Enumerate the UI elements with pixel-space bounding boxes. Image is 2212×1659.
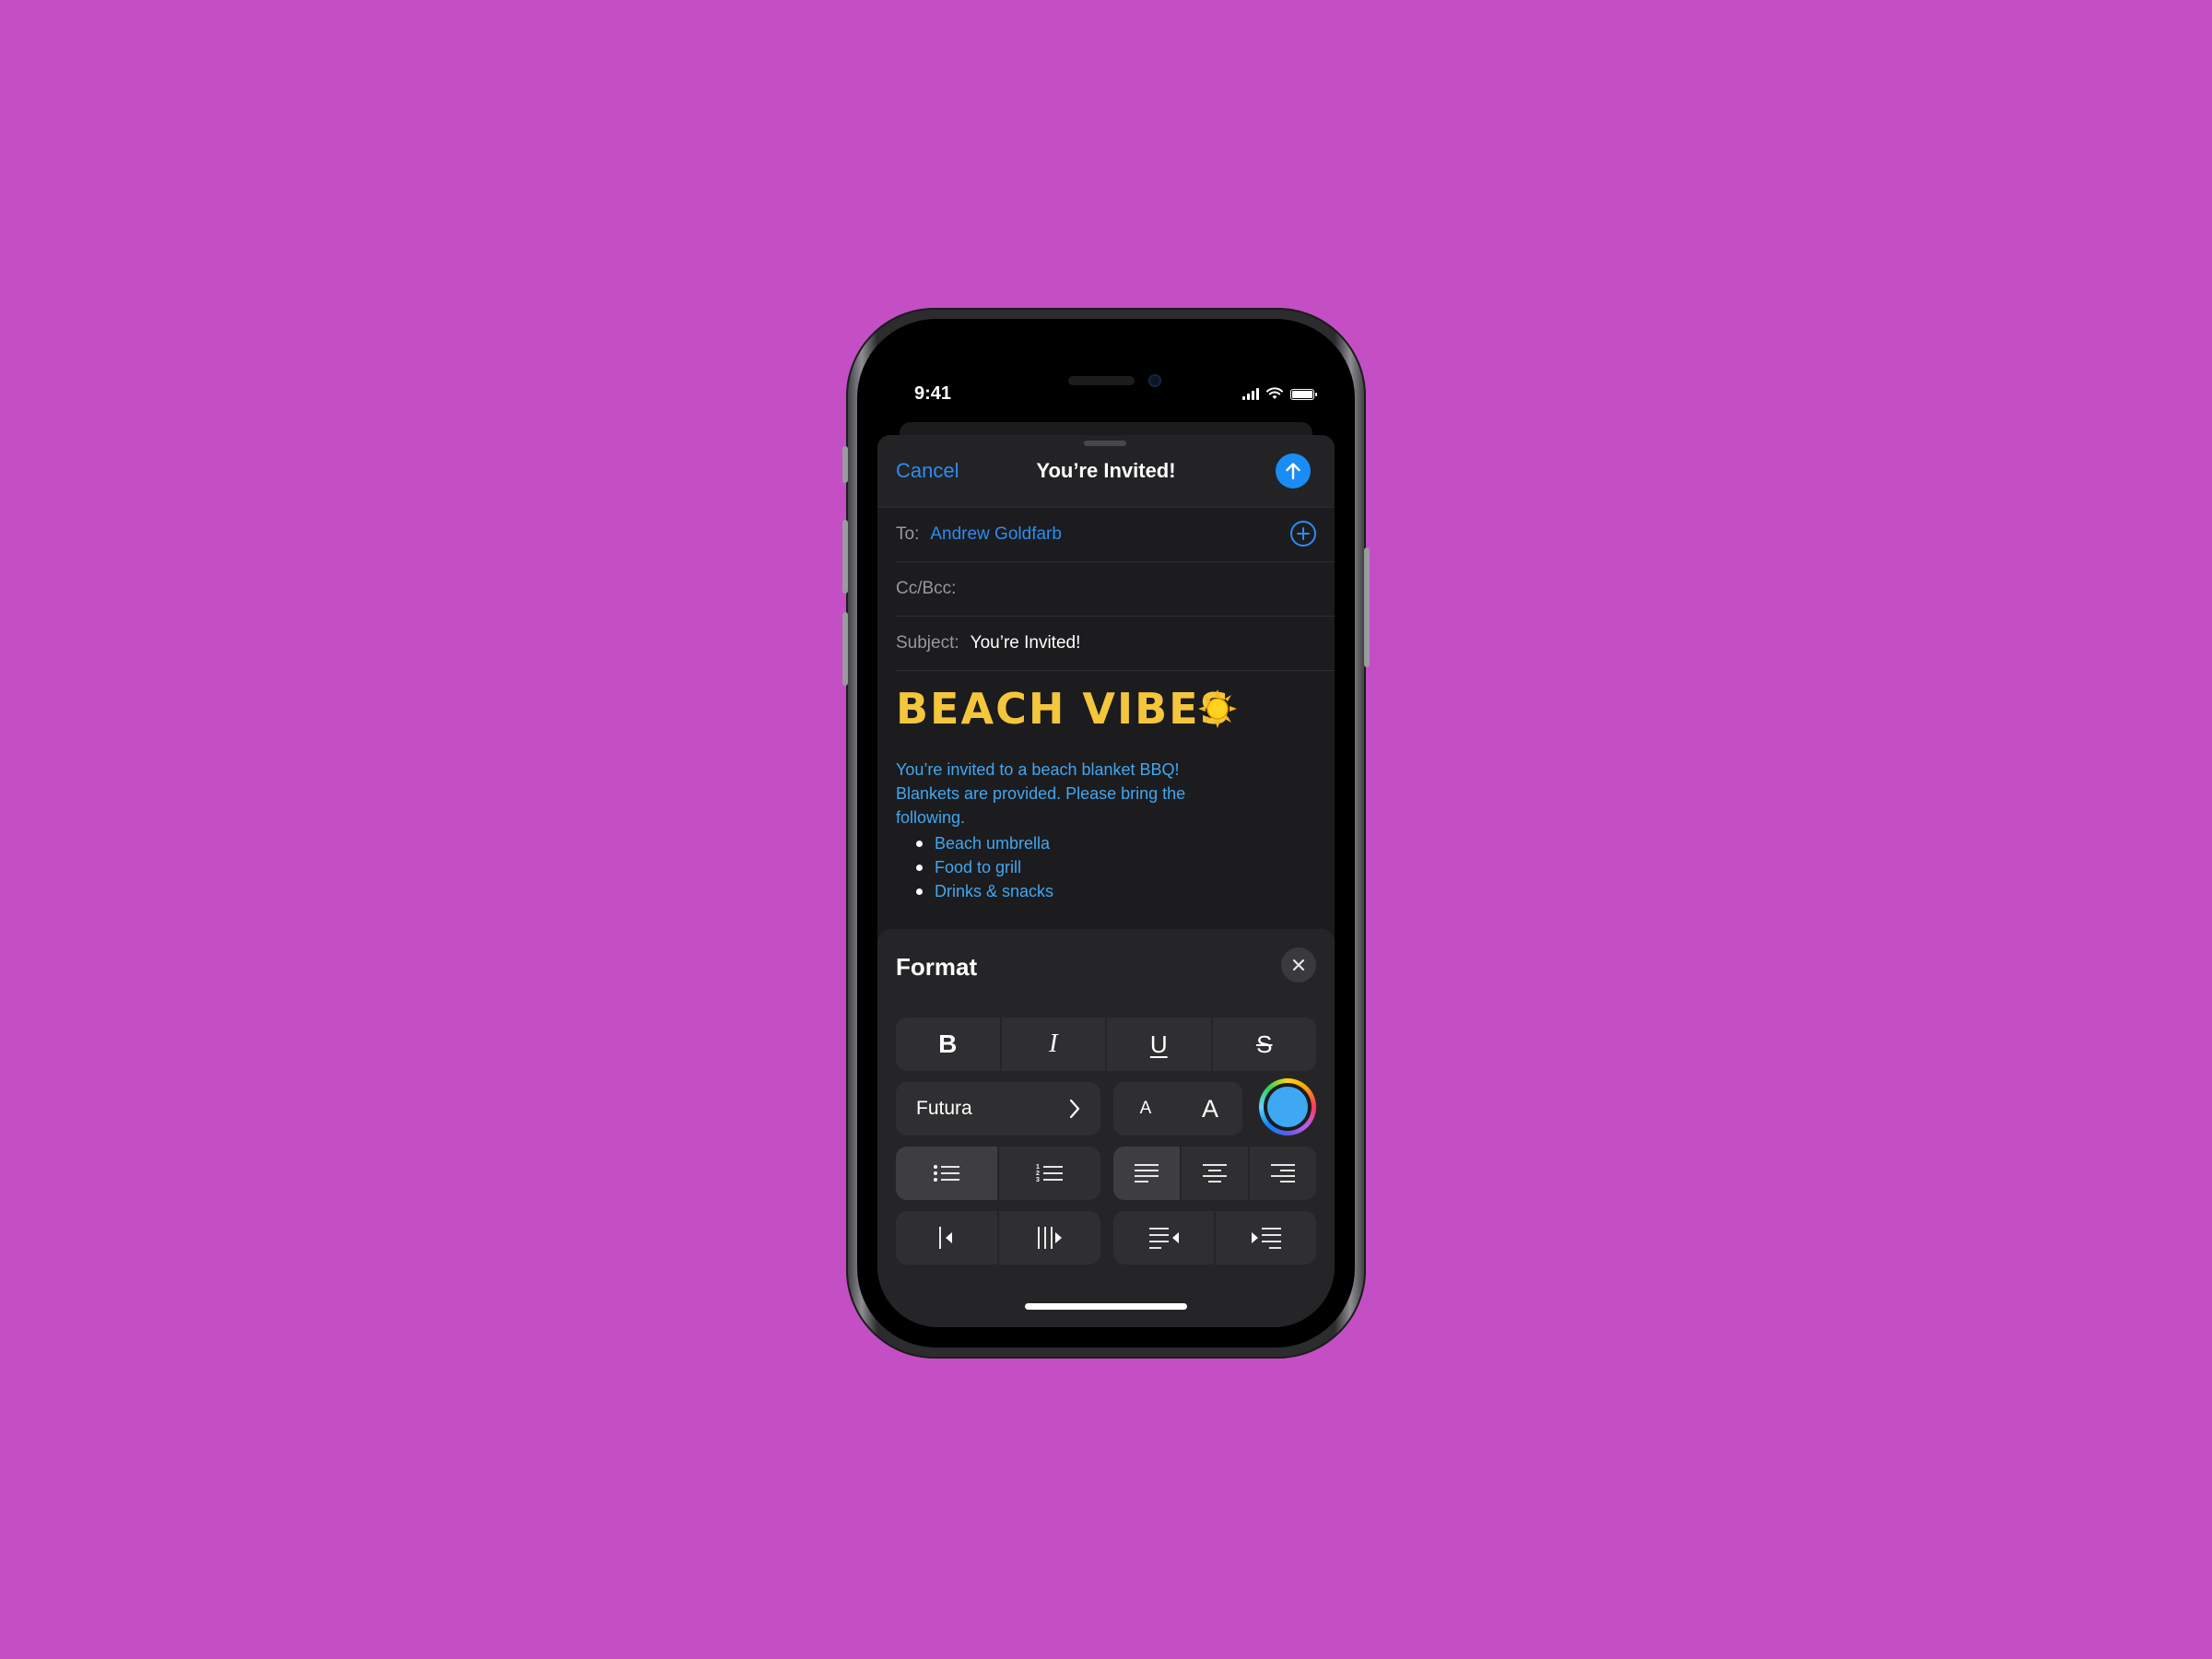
- svg-text:1: 1: [1036, 1164, 1040, 1171]
- decrease-font-size-button[interactable]: A: [1113, 1082, 1178, 1135]
- message-headline[interactable]: BEACH VIBES: [896, 684, 1232, 734]
- compose-sheet: You’re Invited! Cancel To: Andrew Goldfa…: [877, 435, 1335, 1327]
- color-ring: [1264, 1083, 1312, 1131]
- numbered-list-button[interactable]: 123: [997, 1147, 1100, 1200]
- cc-bcc-label: Cc/Bcc:: [896, 579, 957, 598]
- text-style-segment: B I U S: [896, 1018, 1316, 1071]
- arrow-up-icon: [1286, 463, 1300, 480]
- font-size-segment: A A: [1113, 1082, 1242, 1135]
- align-center-button[interactable]: [1180, 1147, 1248, 1200]
- right-to-left-icon: [1148, 1228, 1179, 1249]
- font-name: Futura: [916, 1098, 972, 1119]
- text-color-button[interactable]: [1259, 1078, 1316, 1135]
- decrease-indent-button[interactable]: [896, 1211, 997, 1265]
- battery-icon: [1290, 389, 1317, 400]
- cc-bcc-field[interactable]: Cc/Bcc:: [896, 562, 1335, 617]
- status-time: 9:41: [914, 383, 952, 404]
- list-item[interactable]: Food to grill: [914, 855, 1053, 879]
- list-style-segment: 123: [896, 1147, 1100, 1200]
- increase-font-size-button[interactable]: A: [1178, 1082, 1242, 1135]
- strikethrough-button[interactable]: S: [1210, 1018, 1317, 1071]
- close-format-button[interactable]: [1281, 947, 1316, 982]
- cellular-signal-icon: [1242, 388, 1259, 400]
- message-paragraph[interactable]: You’re invited to a beach blanket BBQ! B…: [896, 758, 1228, 830]
- format-panel: Format B I U S Futura A A 1 2 3: [877, 929, 1335, 1327]
- align-left-icon: [1135, 1164, 1159, 1182]
- italic-button[interactable]: I: [999, 1018, 1106, 1071]
- svg-text:3: 3: [1036, 1177, 1040, 1183]
- mute-switch: [842, 446, 848, 483]
- compose-nav-bar: You’re Invited! Cancel: [877, 435, 1335, 508]
- chevron-right-icon: [1069, 1099, 1080, 1119]
- bold-button[interactable]: B: [896, 1018, 1000, 1071]
- front-camera: [1148, 374, 1161, 387]
- earpiece-speaker: [1068, 376, 1135, 385]
- indent-segment: [896, 1211, 1100, 1265]
- selected-color-swatch: [1267, 1087, 1308, 1127]
- decrease-indent-icon: [939, 1227, 952, 1249]
- bulleted-list-button[interactable]: [896, 1147, 997, 1200]
- subject-label: Subject:: [896, 633, 959, 653]
- wifi-icon: [1266, 387, 1283, 399]
- screen: 9:41 You’re Invited! Cancel To: Andrew G…: [877, 339, 1335, 1327]
- add-recipient-button[interactable]: [1290, 521, 1316, 547]
- numbered-list-icon: 123: [1036, 1164, 1063, 1183]
- to-label: To:: [896, 524, 920, 544]
- iphone-frame: 9:41 You’re Invited! Cancel To: Andrew G…: [842, 308, 1370, 1359]
- subject-value[interactable]: You’re Invited!: [971, 633, 1081, 653]
- subject-field[interactable]: Subject: You’re Invited!: [896, 617, 1335, 671]
- volume-down-button: [842, 612, 848, 686]
- right-to-left-button[interactable]: [1113, 1211, 1214, 1265]
- align-right-button[interactable]: [1248, 1147, 1316, 1200]
- list-item[interactable]: Drinks & snacks: [914, 879, 1053, 903]
- sheet-grabber[interactable]: [1084, 441, 1126, 446]
- volume-up-button: [842, 520, 848, 594]
- increase-indent-button[interactable]: [997, 1211, 1100, 1265]
- increase-indent-icon: [1038, 1227, 1062, 1249]
- text-direction-segment: [1113, 1211, 1316, 1265]
- svg-text:2: 2: [1036, 1171, 1040, 1177]
- alignment-segment: [1113, 1147, 1316, 1200]
- message-bullet-list: Beach umbrella Food to grill Drinks & sn…: [914, 831, 1053, 903]
- recipient-chip[interactable]: Andrew Goldfarb: [930, 524, 1062, 545]
- side-button: [1364, 547, 1370, 667]
- cancel-button[interactable]: Cancel: [896, 459, 959, 483]
- align-center-icon: [1203, 1164, 1227, 1182]
- close-icon: [1292, 959, 1305, 971]
- list-item[interactable]: Beach umbrella: [914, 831, 1053, 855]
- to-field[interactable]: To: Andrew Goldfarb: [896, 508, 1335, 562]
- plus-circle-icon: [1297, 527, 1310, 540]
- sun-icon: [1198, 689, 1237, 728]
- font-picker-button[interactable]: Futura: [896, 1082, 1100, 1135]
- home-indicator[interactable]: [1025, 1303, 1187, 1310]
- format-title: Format: [896, 953, 978, 981]
- underline-button[interactable]: U: [1105, 1018, 1211, 1071]
- left-to-right-icon: [1251, 1228, 1281, 1249]
- left-to-right-button[interactable]: [1214, 1211, 1316, 1265]
- bulleted-list-icon: [934, 1165, 959, 1182]
- send-button[interactable]: [1276, 453, 1311, 488]
- align-left-button[interactable]: [1113, 1147, 1180, 1200]
- status-icons: [1242, 387, 1317, 400]
- align-right-icon: [1271, 1164, 1295, 1182]
